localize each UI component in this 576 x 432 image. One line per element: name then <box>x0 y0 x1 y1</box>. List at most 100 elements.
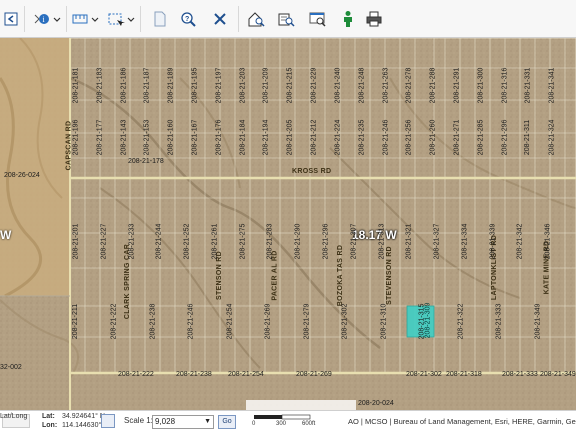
parcel-label: 208-21-300 <box>477 67 485 104</box>
document-button[interactable] <box>150 6 170 32</box>
document-icon <box>154 11 166 27</box>
scalebar-tick: 300 <box>276 421 287 427</box>
parcel-label: 208-21-209 <box>262 67 270 104</box>
parcel-label: 208-21-212 <box>310 119 318 156</box>
block-label: 208-21-333 <box>502 371 538 378</box>
parcel-label: 208-21-302 <box>341 303 349 340</box>
parcel-label: 208-21-296 <box>322 223 330 260</box>
parcel-label: 208-21-311 <box>524 119 532 156</box>
search-window-button[interactable] <box>308 6 328 32</box>
road-label-vertical: STEVENSON RD <box>385 246 393 305</box>
parcel-label: 208-21-215 <box>286 67 294 104</box>
parcel-label: 208-21-227 <box>100 223 108 260</box>
parcel-label: 208-21-177 <box>96 119 104 156</box>
scale-select[interactable]: 9,028 ▼ <box>152 415 214 429</box>
parcel-label: 208-21-269 <box>264 303 272 340</box>
parcel-label: 208-21-256 <box>405 119 413 156</box>
parcel-label: 208-21-327 <box>433 223 441 260</box>
township-label: 18.17 W <box>352 228 397 242</box>
parcel-label: 208-21-233 <box>127 223 135 260</box>
parcel-label: 208-21-143 <box>120 119 128 156</box>
block-label: 208-21-222 <box>118 371 154 378</box>
parcel-label: 208-21-291 <box>453 67 461 104</box>
parcel-label: 208-21-205 <box>286 119 294 156</box>
latitude-label: Lat: <box>42 413 55 420</box>
township-side-label: W <box>0 228 12 242</box>
parcel-label: 208-21-186 <box>120 67 128 104</box>
block-label: 208-20-024 <box>358 400 394 407</box>
block-label: 208-21-318 <box>446 371 482 378</box>
street-view-button[interactable] <box>338 6 358 32</box>
road-label-horizontal: KROSS RD <box>292 168 332 175</box>
parcel-label: 208-21-283 <box>266 223 274 260</box>
block-label: 208-21-349 <box>540 371 576 378</box>
parcel-label: 208-21-260 <box>429 119 437 156</box>
parcel-label: 208-21-196 <box>72 119 80 156</box>
print-button[interactable] <box>364 6 384 32</box>
parcel-label: 208-21-307 <box>350 223 358 260</box>
address-search-button[interactable] <box>276 6 296 32</box>
parcel-label: 208-21-201 <box>72 223 80 260</box>
block-label: 208-21-302 <box>406 371 442 378</box>
map-view[interactable]: W 18.17 W KROSS RD CAPSCAN RD CLARK SPRI… <box>0 38 576 410</box>
parcel-label: 208-21-333 <box>495 303 503 340</box>
share-button[interactable] <box>2 6 20 32</box>
clear-icon <box>214 13 226 25</box>
chevron-down-icon: ▼ <box>204 418 211 425</box>
select-button[interactable] <box>106 6 136 32</box>
parcel-label: 208-21-222 <box>110 303 118 340</box>
ruler-icon[interactable] <box>101 414 115 428</box>
parcel-label: 208-21-181 <box>72 67 80 104</box>
parcel-label: 208-21-339 <box>489 223 497 260</box>
block-label: 208-26-024 <box>4 172 40 179</box>
parcel-label: 208-21-203 <box>239 67 247 104</box>
scale-go-button[interactable]: Go <box>218 415 236 429</box>
scale-label: Scale 1: <box>124 416 153 425</box>
query-icon: ? <box>181 12 196 27</box>
parcel-label: 208-21-195 <box>191 67 199 104</box>
latitude-value: 34.924641° N <box>62 413 105 420</box>
parcel-label: 208-21-322 <box>457 303 465 340</box>
parcel-label: 208-21-229 <box>310 67 318 104</box>
print-icon <box>366 11 382 27</box>
parcel-label: 208-21-310 <box>380 303 388 340</box>
block-label: 208-21-269 <box>296 371 332 378</box>
measure-button[interactable] <box>70 6 100 32</box>
parcel-label: 208-21-244 <box>155 223 163 260</box>
parcel-label: 208-21-285 <box>477 119 485 156</box>
block-label: 32-002 <box>0 364 22 371</box>
parcel-label: 208-21-183 <box>96 67 104 104</box>
query-button[interactable]: ? <box>178 6 198 32</box>
home-search-button[interactable] <box>246 6 266 32</box>
parcel-label: 208-21-341 <box>548 67 556 104</box>
parcel-label: 208-21-211 <box>72 303 80 340</box>
parcel-label: 208-21-246 <box>381 119 389 156</box>
parcel-label: 208-21-346 <box>544 223 552 260</box>
parcel-label: 208-21-296 <box>500 119 508 156</box>
block-label: 208-21-178 <box>128 158 164 165</box>
parcel-label: 208-21-278 <box>405 67 413 104</box>
highlighted-parcel-label: 208-21-309 <box>424 302 432 339</box>
parcel-label: 208-21-316 <box>500 67 508 104</box>
clear-button[interactable] <box>210 6 230 32</box>
share-icon <box>4 12 18 26</box>
parcel-label: 208-21-313 <box>377 223 385 260</box>
parcel-label: 208-21-331 <box>524 67 532 104</box>
scalebar-tick: 600ft <box>302 421 316 427</box>
block-label: 208-21-254 <box>228 371 264 378</box>
svg-text:?: ? <box>185 16 189 23</box>
info-button[interactable]: i <box>32 6 62 32</box>
block-label: 208-21-238 <box>176 371 212 378</box>
parcel-label: 208-21-238 <box>149 303 157 340</box>
parcel-label: 208-21-194 <box>262 119 270 156</box>
info-icon: i <box>34 14 61 24</box>
address-search-icon <box>278 13 295 27</box>
road-label-vertical: BOZOKA TAS RD <box>337 244 345 307</box>
parcel-label: 208-21-261 <box>211 223 219 260</box>
parcel-label: 208-21-288 <box>429 67 437 104</box>
parcel-label: 208-21-176 <box>215 119 223 156</box>
parcel-label: 208-21-349 <box>533 303 541 340</box>
scale-value: 9,028 <box>155 417 176 426</box>
parcel-label: 208-21-187 <box>143 67 151 104</box>
parcel-label: 208-21-334 <box>461 223 469 260</box>
